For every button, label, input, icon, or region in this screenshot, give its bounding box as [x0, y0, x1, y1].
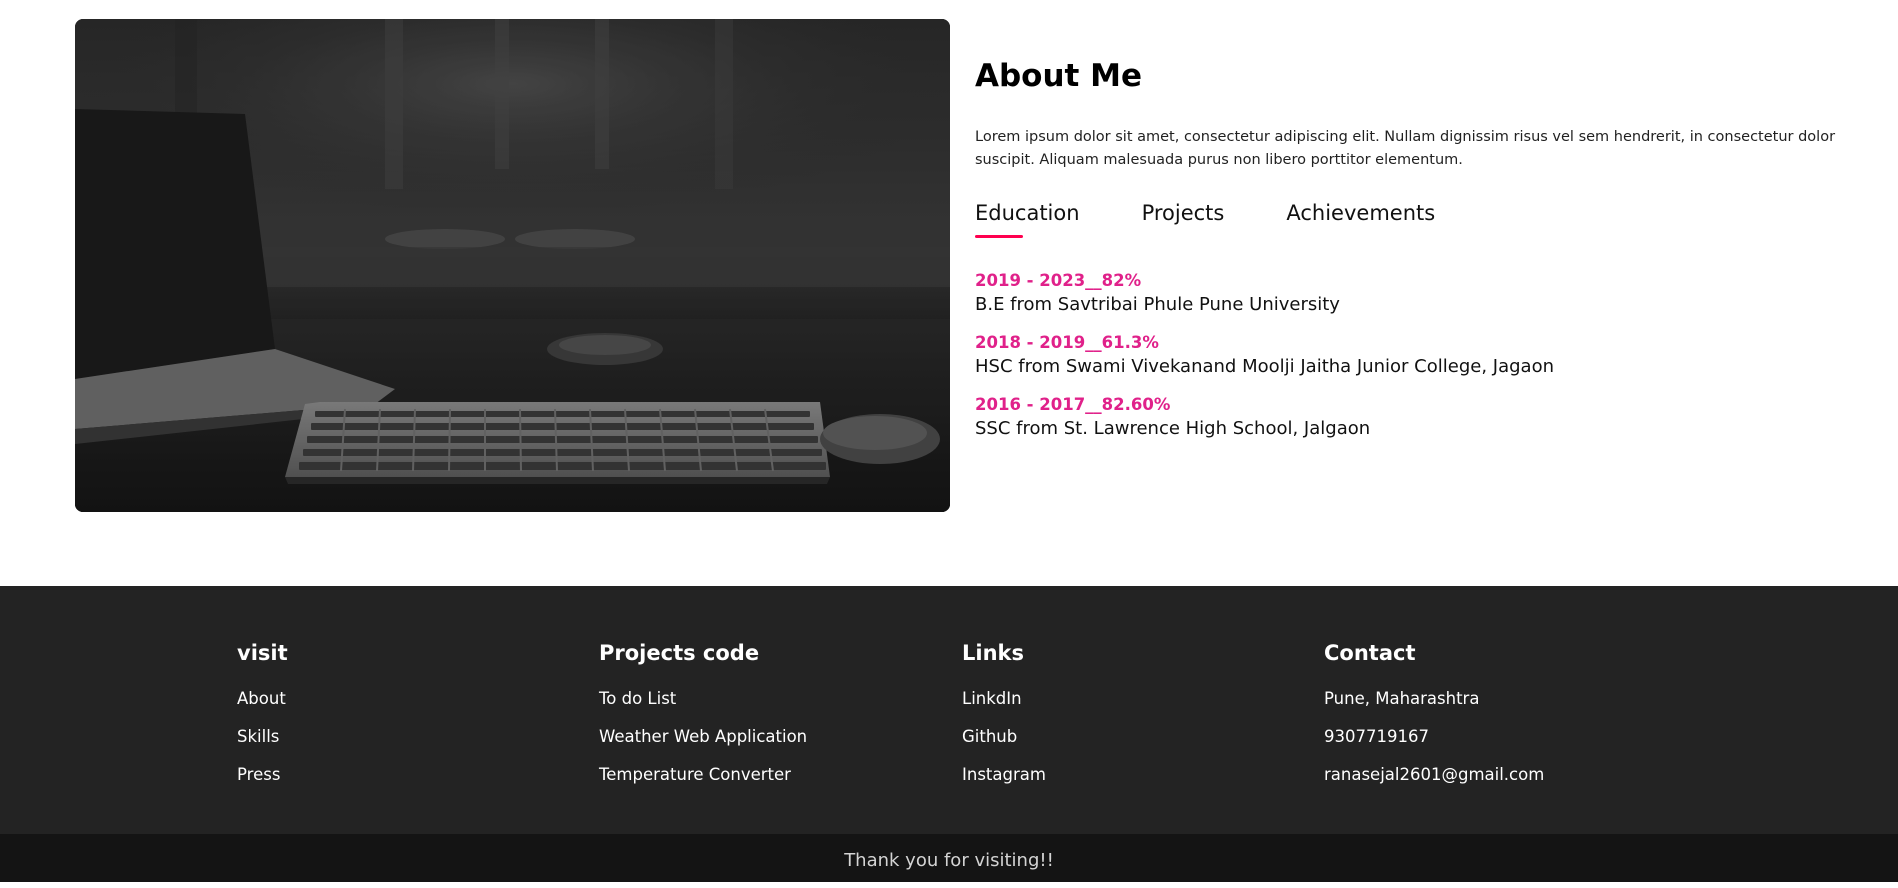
footer-link-linkedin[interactable]: LinkdIn — [962, 687, 1046, 711]
contact-phone[interactable]: 9307719167 — [1324, 725, 1544, 749]
footer-link-todo-list[interactable]: To do List — [599, 687, 807, 711]
education-list: 2019 - 2023__82% B.E from Savtribai Phul… — [975, 270, 1875, 442]
footer-link-about[interactable]: About — [237, 687, 288, 711]
desk-keyboard-image — [75, 19, 950, 512]
education-detail: B.E from Savtribai Phule Pune University — [975, 294, 1340, 315]
education-detail: SSC from St. Lawrence High School, Jalga… — [975, 418, 1371, 439]
footer-link-instagram[interactable]: Instagram — [962, 763, 1046, 787]
footer-heading: Links — [962, 641, 1024, 665]
copyright-bar: Thank you for visiting!! — [0, 834, 1898, 882]
footer-heading: Projects code — [599, 641, 760, 665]
education-detail: HSC from Swami Vivekanand Moolji Jaitha … — [975, 356, 1554, 377]
about-tabs: Education Projects Achievements — [975, 198, 1875, 238]
contact-email[interactable]: ranasejal2601@gmail.com — [1324, 763, 1544, 787]
tab-education[interactable]: Education — [975, 198, 1080, 238]
about-title: About Me — [975, 58, 1143, 94]
footer-column-contact: Contact Pune, Maharashtra 9307719167 ran… — [1324, 638, 1544, 801]
education-year: 2018 - 2019__61.3% — [975, 333, 1159, 352]
footer-column-links: Links LinkdIn Github Instagram — [962, 638, 1046, 801]
footer-link-skills[interactable]: Skills — [237, 725, 288, 749]
tab-projects[interactable]: Projects — [1142, 198, 1225, 238]
footer-link-github[interactable]: Github — [962, 725, 1046, 749]
education-item: 2018 - 2019__61.3% HSC from Swami Viveka… — [975, 332, 1875, 380]
thank-you-text: Thank you for visiting!! — [844, 850, 1054, 871]
site-footer: visit About Skills Press Projects code T… — [0, 586, 1898, 834]
footer-link-temperature-converter[interactable]: Temperature Converter — [599, 763, 807, 787]
about-content: About Me Lorem ipsum dolor sit amet, con… — [975, 56, 1875, 456]
tab-achievements[interactable]: Achievements — [1286, 198, 1435, 238]
education-item: 2019 - 2023__82% B.E from Savtribai Phul… — [975, 270, 1875, 318]
about-section: About Me Lorem ipsum dolor sit amet, con… — [0, 0, 1898, 586]
education-year: 2016 - 2017__82.60% — [975, 395, 1171, 414]
footer-heading: visit — [237, 641, 288, 665]
footer-column-projects-code: Projects code To do List Weather Web App… — [599, 638, 807, 801]
education-year: 2019 - 2023__82% — [975, 271, 1142, 290]
contact-location: Pune, Maharashtra — [1324, 689, 1480, 708]
education-item: 2016 - 2017__82.60% SSC from St. Lawrenc… — [975, 394, 1875, 442]
about-description: Lorem ipsum dolor sit amet, consectetur … — [975, 129, 1836, 168]
footer-link-press[interactable]: Press — [237, 763, 288, 787]
footer-link-weather-app[interactable]: Weather Web Application — [599, 725, 807, 749]
footer-column-visit: visit About Skills Press — [237, 638, 288, 801]
about-photo — [75, 19, 950, 512]
footer-heading: Contact — [1324, 641, 1416, 665]
